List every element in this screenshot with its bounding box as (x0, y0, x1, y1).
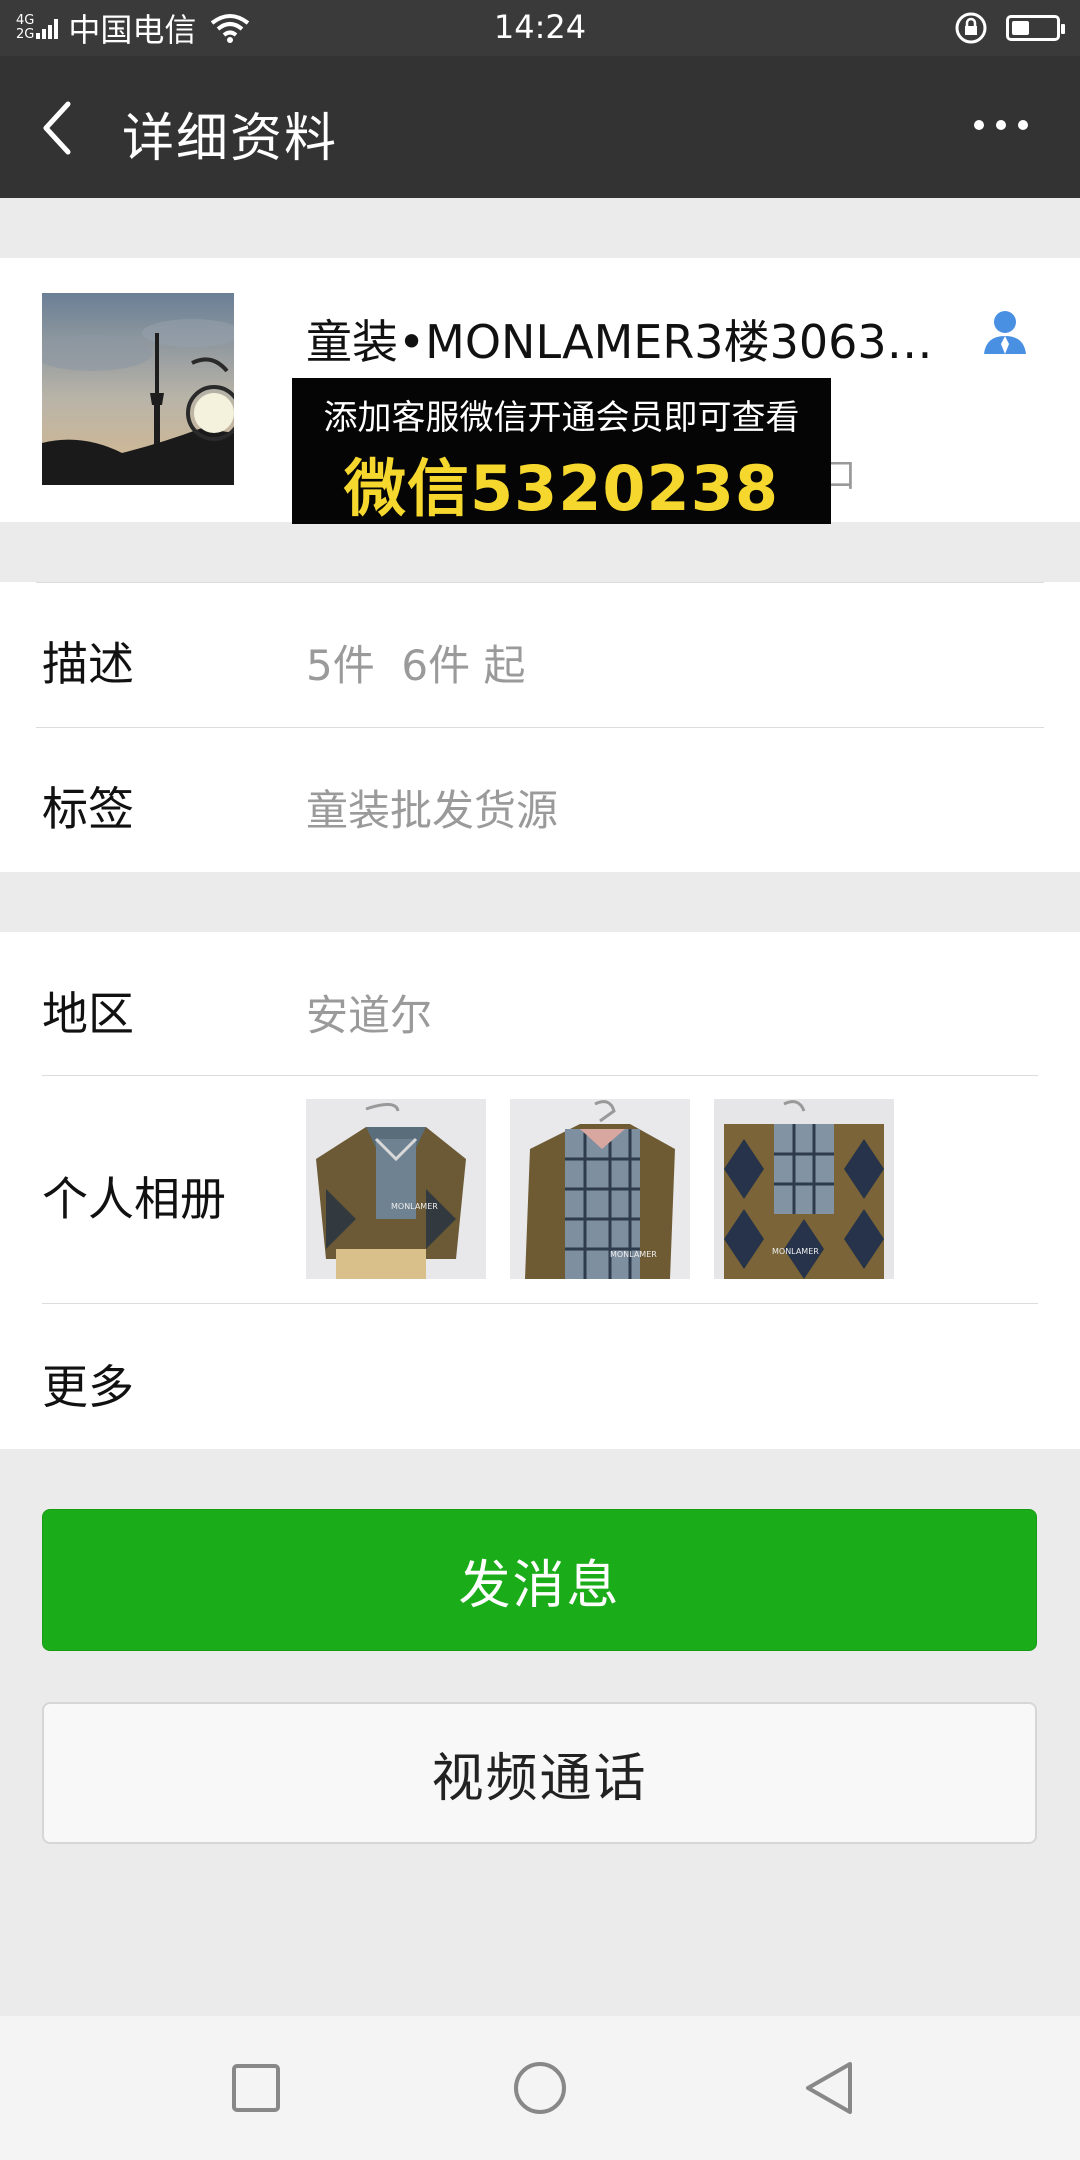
tags-row[interactable]: 标签 童装批发货源 (0, 727, 1080, 872)
info-group: 描述 5件 6件 起 标签 童装批发货源 (0, 582, 1080, 872)
region-label: 地区 (42, 987, 134, 1041)
description-label: 描述 (42, 637, 134, 691)
promo-banner: 添加客服微信开通会员即可查看 微信5320238 (292, 378, 831, 525)
nav-bar: 详细资料 (0, 56, 1080, 198)
rotation-lock-icon (955, 12, 987, 44)
details-group: 地区 安道尔 个人相册 MONLAMER MONLAMER MONLAMER 更… (0, 932, 1080, 1449)
tags-value: 童装批发货源 (306, 786, 559, 835)
album-row[interactable]: 个人相册 MONLAMER MONLAMER MONLAMER (0, 1075, 1080, 1303)
album-thumb[interactable]: MONLAMER (714, 1099, 894, 1279)
album-thumb[interactable]: MONLAMER (510, 1099, 690, 1279)
tags-label: 标签 (42, 782, 134, 836)
back-nav-icon[interactable] (800, 2060, 856, 2116)
album-thumb-caption: MONLAMER (610, 1250, 657, 1259)
recent-apps-icon[interactable] (228, 2060, 284, 2116)
album-thumb-caption: MONLAMER (391, 1202, 438, 1211)
region-value: 安道尔 (306, 991, 433, 1040)
avatar[interactable] (42, 293, 234, 485)
status-time: 14:24 (493, 8, 587, 46)
system-nav-bar (0, 2016, 1080, 2160)
battery-icon (1006, 15, 1065, 41)
home-icon[interactable] (512, 2060, 568, 2116)
profile-card: 童装•MONLAMER3楼3063档... 口 添加客服微信开通会员即可查看 微… (0, 258, 1080, 525)
album-label: 个人相册 (42, 1172, 226, 1226)
promo-line2: 微信5320238 (344, 452, 779, 525)
send-message-button[interactable]: 发消息 (42, 1509, 1037, 1651)
description-value: 5件 6件 起 (306, 641, 526, 690)
status-bar: 4G 2G 中国电信 14:24 (0, 0, 1080, 56)
region-row: 地区 安道尔 (0, 932, 1080, 1075)
more-label: 更多 (42, 1360, 134, 1414)
promo-line1: 添加客服微信开通会员即可查看 (323, 398, 800, 438)
page-title: 详细资料 (122, 109, 339, 169)
person-icon (984, 311, 1026, 354)
album-thumb-caption: MONLAMER (772, 1247, 819, 1256)
display-name: 童装•MONLAMER3楼3063档... (306, 315, 946, 369)
more-dots-icon[interactable] (974, 120, 1028, 130)
status-right (954, 10, 1065, 46)
battery-level (1012, 21, 1029, 35)
back-icon[interactable] (38, 98, 78, 158)
description-row[interactable]: 描述 5件 6件 起 (0, 582, 1080, 727)
album-thumb[interactable]: MONLAMER (306, 1099, 486, 1279)
more-row[interactable]: 更多 (0, 1303, 1080, 1449)
video-call-button[interactable]: 视频通话 (42, 1702, 1037, 1844)
